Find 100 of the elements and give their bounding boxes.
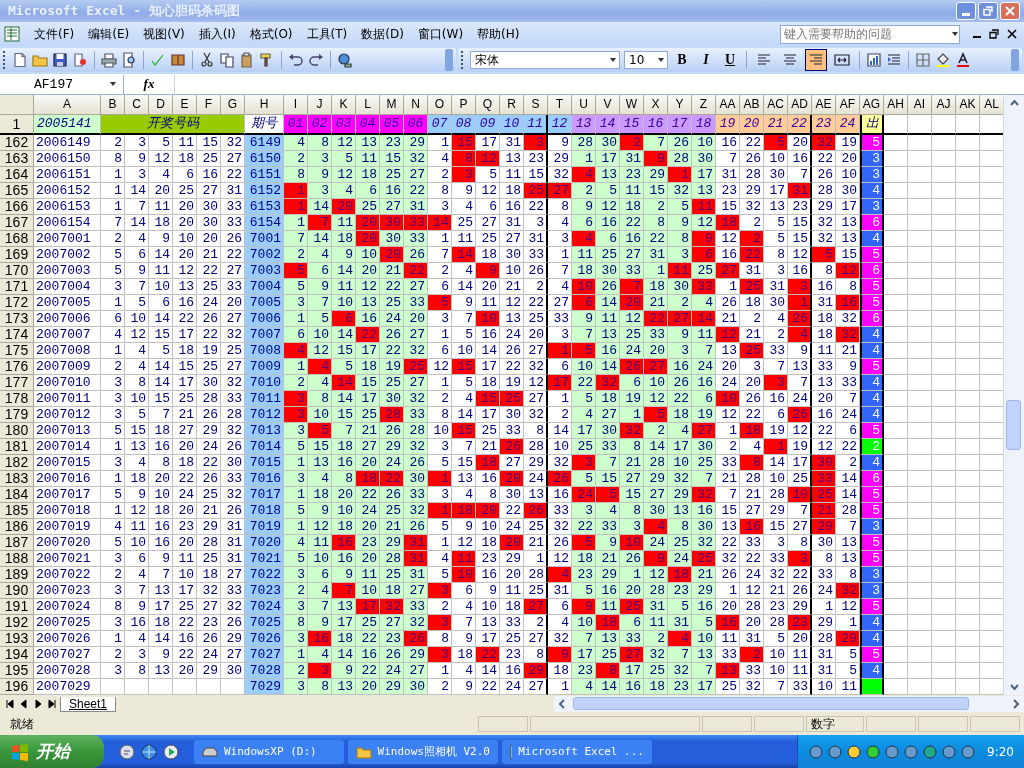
row-header[interactable]: 166 (0, 199, 34, 215)
menu-item[interactable]: 视图(V) (137, 23, 191, 45)
column-header[interactable]: P (452, 95, 476, 115)
row-header[interactable]: 178 (0, 391, 34, 407)
column-header[interactable]: T (548, 95, 572, 115)
row-header[interactable]: 176 (0, 359, 34, 375)
restore-button[interactable] (978, 2, 998, 20)
scroll-thumb[interactable] (1006, 400, 1021, 450)
column-header[interactable]: B (101, 95, 125, 115)
row-header[interactable]: 180 (0, 423, 34, 439)
column-header[interactable]: X (644, 95, 668, 115)
row-header[interactable]: 177 (0, 375, 34, 391)
row-header[interactable]: 173 (0, 311, 34, 327)
print-preview-icon[interactable] (121, 52, 137, 68)
column-header[interactable]: W (620, 95, 644, 115)
print-icon[interactable] (101, 52, 117, 68)
row-header[interactable]: 190 (0, 583, 34, 599)
first-sheet-icon[interactable] (4, 698, 16, 710)
column-header[interactable]: AK (956, 95, 980, 115)
row-header[interactable]: 193 (0, 631, 34, 647)
row-header[interactable]: 169 (0, 247, 34, 263)
column-header[interactable]: L (356, 95, 380, 115)
clipboard-icon[interactable] (239, 52, 255, 68)
bold-button[interactable]: B (672, 50, 692, 70)
new-document-icon[interactable] (12, 52, 28, 68)
menu-item[interactable]: 帮助(H) (471, 23, 526, 45)
column-header[interactable]: H (245, 95, 284, 115)
menu-item[interactable]: 格式(O) (243, 23, 299, 45)
chart-icon[interactable] (866, 52, 882, 68)
row-header[interactable]: 179 (0, 407, 34, 423)
row-header[interactable]: 189 (0, 567, 34, 583)
column-header[interactable]: AA (716, 95, 740, 115)
row-header[interactable]: 163 (0, 151, 34, 167)
row-header[interactable]: 186 (0, 519, 34, 535)
column-header[interactable]: Z (692, 95, 716, 115)
taskbar-button[interactable]: Windows照相机 V2.0 (348, 739, 498, 764)
redo-arrow-icon[interactable] (308, 52, 324, 68)
column-header[interactable]: F (197, 95, 221, 115)
sheet-tab[interactable]: Sheet1 (60, 696, 117, 712)
column-header[interactable]: S (524, 95, 548, 115)
column-header[interactable]: O (428, 95, 452, 115)
column-header[interactable]: I (284, 95, 308, 115)
row-header[interactable]: 162 (0, 135, 34, 151)
row-header[interactable]: 171 (0, 279, 34, 295)
globe-link-icon[interactable] (337, 52, 353, 68)
toolbar-grip[interactable] (461, 51, 466, 69)
column-header[interactable]: D (149, 95, 173, 115)
column-header[interactable]: G (221, 95, 245, 115)
column-header[interactable]: C (125, 95, 149, 115)
row-header[interactable]: 175 (0, 343, 34, 359)
column-header[interactable]: AF (836, 95, 860, 115)
row-header[interactable]: 168 (0, 231, 34, 247)
font-name-field[interactable]: 宋体 (470, 51, 620, 69)
column-header[interactable]: AG (860, 95, 884, 115)
menu-item[interactable]: 编辑(E) (82, 23, 136, 45)
last-sheet-icon[interactable] (46, 698, 58, 710)
row-header[interactable]: 191 (0, 599, 34, 615)
column-header[interactable]: J (308, 95, 332, 115)
taskbar-button[interactable]: WindowsXP (D:) (194, 739, 344, 764)
scroll-thumb[interactable] (573, 697, 969, 710)
font-color-icon[interactable] (955, 52, 971, 68)
start-button[interactable]: 开始 (0, 735, 104, 768)
row-header[interactable]: 172 (0, 295, 34, 311)
row-header[interactable]: 167 (0, 215, 34, 231)
horizontal-scrollbar[interactable] (554, 696, 1024, 712)
row-header[interactable]: 182 (0, 455, 34, 471)
spelling-check-icon[interactable] (150, 52, 166, 68)
close-icon[interactable] (1007, 29, 1017, 39)
column-header[interactable]: AJ (932, 95, 956, 115)
close-button[interactable] (1000, 2, 1020, 20)
play-icon[interactable] (162, 742, 180, 761)
book-icon[interactable] (170, 52, 186, 68)
row-header[interactable]: 164 (0, 167, 34, 183)
scissors-icon[interactable] (199, 52, 215, 68)
column-header[interactable]: Q (476, 95, 500, 115)
column-header[interactable]: E (173, 95, 197, 115)
font-size-field[interactable]: 10 (624, 51, 668, 69)
row-header[interactable]: 1 (0, 115, 34, 135)
permission-icon[interactable] (72, 52, 88, 68)
row-header[interactable]: 187 (0, 535, 34, 551)
vertical-scrollbar[interactable] (1003, 95, 1024, 695)
row-header[interactable]: 170 (0, 263, 34, 279)
insert-function-button[interactable]: fx (124, 76, 174, 92)
row-header[interactable]: 165 (0, 183, 34, 199)
italic-button[interactable]: I (696, 50, 716, 70)
next-sheet-icon[interactable] (32, 698, 44, 710)
row-header[interactable]: 192 (0, 615, 34, 631)
column-header[interactable]: AH (884, 95, 908, 115)
previous-sheet-icon[interactable] (18, 698, 30, 710)
row-header[interactable]: 194 (0, 647, 34, 663)
underline-button[interactable]: U (720, 50, 740, 70)
column-header[interactable]: Y (668, 95, 692, 115)
globe-icon[interactable] (140, 742, 158, 761)
row-header[interactable]: 181 (0, 439, 34, 455)
row-header[interactable]: 196 (0, 679, 34, 695)
align-button[interactable] (805, 49, 827, 71)
row-header[interactable]: 185 (0, 503, 34, 519)
taskbar-button[interactable]: Microsoft Excel ... (502, 739, 652, 764)
column-header[interactable]: M (380, 95, 404, 115)
restore-icon[interactable] (989, 29, 999, 39)
